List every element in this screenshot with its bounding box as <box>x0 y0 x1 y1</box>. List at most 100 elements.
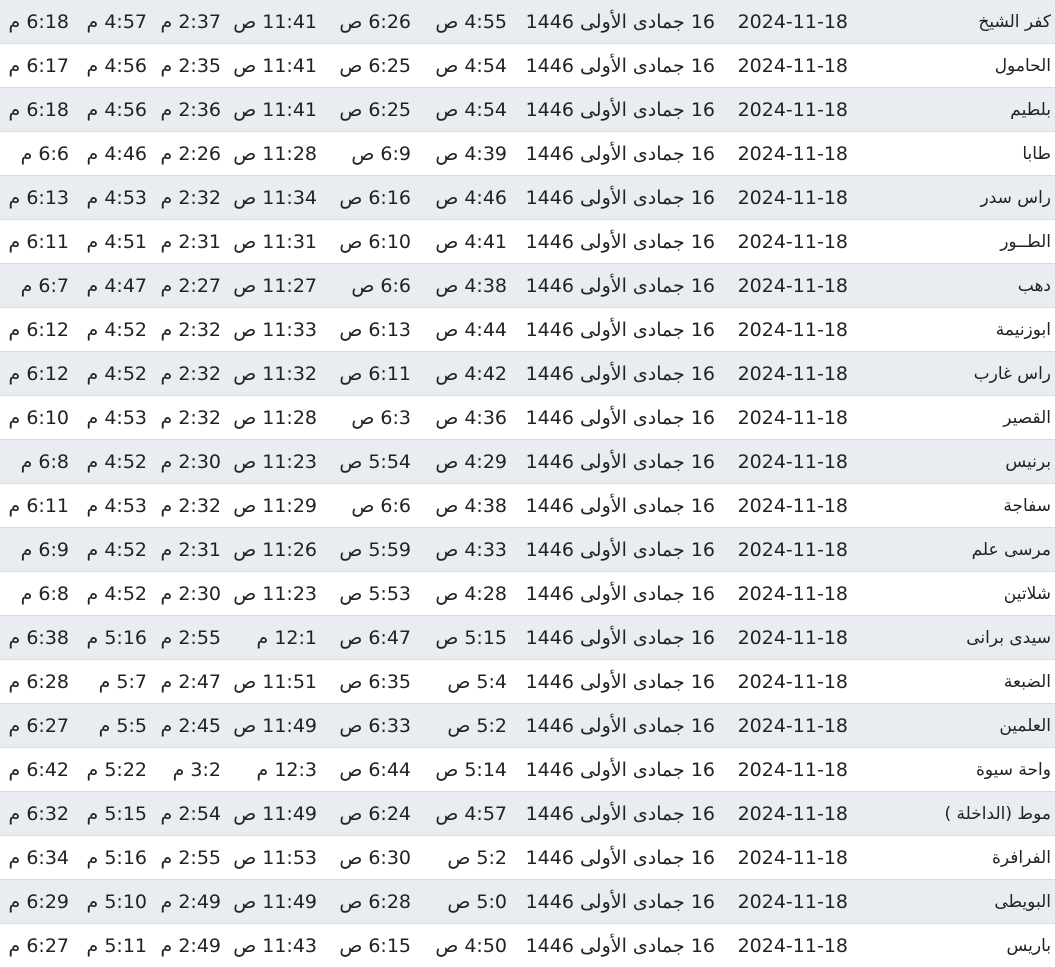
isha-time-cell: 6:8 م <box>20 583 69 605</box>
sunrise-time-cell: 6:9 ص <box>351 143 411 165</box>
dhuhr-time-cell: 11:49 ص <box>233 803 317 825</box>
gregorian-date-cell: 2024-11-18 <box>737 627 848 649</box>
fajr-time-cell: 4:54 ص <box>435 55 507 77</box>
gregorian-date-cell: 2024-11-18 <box>737 407 848 429</box>
dhuhr-time-cell: 11:49 ص <box>233 715 317 737</box>
city-name-cell: الحامول <box>994 56 1051 76</box>
sunrise-time-cell: 6:6 ص <box>351 495 411 517</box>
sunrise-time-cell: 6:25 ص <box>339 55 411 77</box>
table-row: الضبعة 2024-11-18 16 جمادى الأولى 1446 5:4 … <box>0 660 1055 704</box>
city-name-cell: طابا <box>1022 144 1051 164</box>
gregorian-date-cell: 2024-11-18 <box>737 583 848 605</box>
table-row: الحامول 2024-11-18 16 جمادى الأولى 1446 4:5… <box>0 44 1055 88</box>
fajr-time-cell: 4:29 ص <box>435 451 507 473</box>
asr-time-cell: 2:31 م <box>160 231 221 253</box>
table-row: طابا 2024-11-18 16 جمادى الأولى 1446 4:39 ص… <box>0 132 1055 176</box>
asr-time-cell: 2:35 م <box>160 55 221 77</box>
fajr-time-cell: 4:46 ص <box>435 187 507 209</box>
city-name-cell: بلطيم <box>1010 100 1051 120</box>
dhuhr-time-cell: 11:23 ص <box>233 451 317 473</box>
city-name-cell: واحة سيوة <box>975 760 1051 780</box>
asr-time-cell: 2:37 م <box>160 11 221 33</box>
maghrib-time-cell: 4:52 م <box>86 319 147 341</box>
maghrib-time-cell: 4:47 م <box>86 275 147 297</box>
hijri-date-cell: 16 جمادى الأولى 1446 <box>525 11 715 33</box>
maghrib-time-cell: 5:16 م <box>86 627 147 649</box>
maghrib-time-cell: 5:11 م <box>86 935 147 957</box>
isha-time-cell: 6:6 م <box>20 143 69 165</box>
hijri-date-cell: 16 جمادى الأولى 1446 <box>525 627 715 649</box>
city-name-cell: دهب <box>1017 276 1051 296</box>
maghrib-time-cell: 4:52 م <box>86 583 147 605</box>
fajr-time-cell: 5:2 ص <box>447 715 507 737</box>
table-row: راس سدر 2024-11-18 16 جمادى الأولى 1446 4:4… <box>0 176 1055 220</box>
sunrise-time-cell: 5:53 ص <box>339 583 411 605</box>
city-name-cell: البويطى <box>994 892 1051 912</box>
fajr-time-cell: 4:28 ص <box>435 583 507 605</box>
isha-time-cell: 6:42 م <box>8 759 69 781</box>
hijri-date-cell: 16 جمادى الأولى 1446 <box>525 407 715 429</box>
isha-time-cell: 6:10 م <box>8 407 69 429</box>
dhuhr-time-cell: 11:29 ص <box>233 495 317 517</box>
maghrib-time-cell: 5:10 م <box>86 891 147 913</box>
city-name-cell: راس سدر <box>980 188 1051 208</box>
dhuhr-time-cell: 11:28 ص <box>233 407 317 429</box>
dhuhr-time-cell: 11:32 ص <box>233 363 317 385</box>
hijri-date-cell: 16 جمادى الأولى 1446 <box>525 275 715 297</box>
gregorian-date-cell: 2024-11-18 <box>737 935 848 957</box>
maghrib-time-cell: 5:22 م <box>86 759 147 781</box>
asr-time-cell: 2:32 م <box>160 363 221 385</box>
asr-time-cell: 2:32 م <box>160 495 221 517</box>
dhuhr-time-cell: 11:23 ص <box>233 583 317 605</box>
asr-time-cell: 3:2 م <box>172 759 221 781</box>
fajr-time-cell: 4:54 ص <box>435 99 507 121</box>
city-name-cell: كفر الشيخ <box>978 12 1051 32</box>
maghrib-time-cell: 4:57 م <box>86 11 147 33</box>
maghrib-time-cell: 4:52 م <box>86 363 147 385</box>
maghrib-time-cell: 4:52 م <box>86 539 147 561</box>
sunrise-time-cell: 6:25 ص <box>339 99 411 121</box>
city-name-cell: ابوزنيمة <box>995 320 1051 340</box>
isha-time-cell: 6:18 م <box>8 11 69 33</box>
city-name-cell: سفاجة <box>1003 496 1051 516</box>
asr-time-cell: 2:32 م <box>160 407 221 429</box>
maghrib-time-cell: 4:51 م <box>86 231 147 253</box>
asr-time-cell: 2:32 م <box>160 319 221 341</box>
maghrib-time-cell: 4:56 م <box>86 99 147 121</box>
hijri-date-cell: 16 جمادى الأولى 1446 <box>525 803 715 825</box>
isha-time-cell: 6:38 م <box>8 627 69 649</box>
asr-time-cell: 2:36 م <box>160 99 221 121</box>
isha-time-cell: 6:8 م <box>20 451 69 473</box>
maghrib-time-cell: 4:46 م <box>86 143 147 165</box>
gregorian-date-cell: 2024-11-18 <box>737 99 848 121</box>
table-row: سيدى برانى 2024-11-18 16 جمادى الأولى 1446… <box>0 616 1055 660</box>
table-row: شلاتين 2024-11-18 16 جمادى الأولى 1446 4:28… <box>0 572 1055 616</box>
asr-time-cell: 2:49 م <box>160 891 221 913</box>
table-row: العلمين 2024-11-18 16 جمادى الأولى 1446 5:2… <box>0 704 1055 748</box>
table-row: بلطيم 2024-11-18 16 جمادى الأولى 1446 4:54 … <box>0 88 1055 132</box>
asr-time-cell: 2:26 م <box>160 143 221 165</box>
isha-time-cell: 6:11 م <box>8 495 69 517</box>
gregorian-date-cell: 2024-11-18 <box>737 363 848 385</box>
table-row: القصير 2024-11-18 16 جمادى الأولى 1446 4:36… <box>0 396 1055 440</box>
gregorian-date-cell: 2024-11-18 <box>737 671 848 693</box>
table-row: دهب 2024-11-18 16 جمادى الأولى 1446 4:38 ص 6… <box>0 264 1055 308</box>
city-name-cell: الطــور <box>1000 232 1051 252</box>
maghrib-time-cell: 4:52 م <box>86 451 147 473</box>
city-name-cell: سيدى برانى <box>966 628 1051 648</box>
gregorian-date-cell: 2024-11-18 <box>737 759 848 781</box>
dhuhr-time-cell: 11:49 ص <box>233 891 317 913</box>
hijri-date-cell: 16 جمادى الأولى 1446 <box>525 363 715 385</box>
city-name-cell: موط (الداخلة ) <box>944 804 1051 824</box>
maghrib-time-cell: 5:15 م <box>86 803 147 825</box>
hijri-date-cell: 16 جمادى الأولى 1446 <box>525 759 715 781</box>
asr-time-cell: 2:55 م <box>160 847 221 869</box>
gregorian-date-cell: 2024-11-18 <box>737 803 848 825</box>
table-row: موط (الداخلة ) 2024-11-18 16 جمادى الأولى … <box>0 792 1055 836</box>
dhuhr-time-cell: 11:53 ص <box>233 847 317 869</box>
asr-time-cell: 2:45 م <box>160 715 221 737</box>
dhuhr-time-cell: 11:41 ص <box>233 11 317 33</box>
fajr-time-cell: 5:0 ص <box>447 891 507 913</box>
hijri-date-cell: 16 جمادى الأولى 1446 <box>525 143 715 165</box>
sunrise-time-cell: 6:33 ص <box>339 715 411 737</box>
